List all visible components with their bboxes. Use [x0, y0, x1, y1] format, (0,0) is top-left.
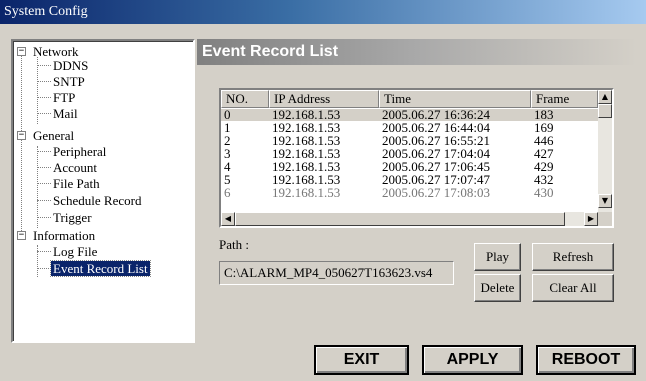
- tree-branch: [37, 183, 51, 184]
- scroll-left-icon[interactable]: ◀: [221, 212, 235, 226]
- tree-branch: [37, 97, 51, 98]
- path-field: C:\ALARM_MP4_050627T163623.vs4: [219, 261, 454, 285]
- table-row[interactable]: 6 192.168.1.53 2005.06.27 17:08:03 430: [221, 187, 598, 199]
- clear-all-button[interactable]: Clear All: [532, 274, 614, 302]
- cell-ip-address: 192.168.1.53: [272, 187, 341, 199]
- reboot-button[interactable]: REBOOT: [536, 345, 636, 375]
- tree-item-account[interactable]: Account: [53, 160, 97, 175]
- collapse-general-icon[interactable]: −: [17, 131, 26, 140]
- column-header-ip-address[interactable]: IP Address: [269, 90, 379, 108]
- tree-item-file-path[interactable]: File Path: [53, 176, 100, 191]
- cell-ip-address: 192.168.1.53: [272, 174, 341, 186]
- tree-item-event-record-list[interactable]: Event Record List: [50, 260, 151, 277]
- cell-no: 3: [224, 148, 231, 160]
- exit-button[interactable]: EXIT: [314, 345, 409, 375]
- vertical-scroll-thumb[interactable]: [598, 104, 612, 118]
- tree-branch: [37, 251, 51, 252]
- table-row[interactable]: 2 192.168.1.53 2005.06.27 16:55:21 446: [221, 135, 598, 147]
- cell-frame: 446: [534, 135, 554, 147]
- tree-root-line: [21, 53, 22, 235]
- vertical-scrollbar[interactable]: ▲ ▼: [598, 90, 612, 212]
- tree-item-log-file[interactable]: Log File: [53, 244, 97, 259]
- cell-ip-address: 192.168.1.53: [272, 161, 341, 173]
- delete-button[interactable]: Delete: [474, 274, 521, 302]
- table-row[interactable]: 0 192.168.1.53 2005.06.27 16:36:24 183: [221, 109, 598, 121]
- tree-branch: [37, 65, 51, 66]
- cell-time: 2005.06.27 16:36:24: [382, 109, 490, 121]
- tree-item-peripheral[interactable]: Peripheral: [53, 144, 106, 159]
- horizontal-scrollbar[interactable]: ◀ ▶: [221, 212, 598, 226]
- refresh-button[interactable]: Refresh: [532, 243, 614, 271]
- event-record-list[interactable]: NO. IP Address Time Frame 0 192.168.1.53 2…: [219, 88, 614, 228]
- horizontal-scroll-thumb[interactable]: [235, 212, 565, 226]
- table-row[interactable]: 4 192.168.1.53 2005.06.27 17:06:45 429: [221, 161, 598, 173]
- tree-item-trigger[interactable]: Trigger: [53, 210, 92, 225]
- cell-frame: 427: [534, 148, 554, 160]
- cell-ip-address: 192.168.1.53: [272, 135, 341, 147]
- scroll-down-icon[interactable]: ▼: [598, 194, 612, 208]
- play-button[interactable]: Play: [474, 243, 521, 271]
- column-header-no[interactable]: NO.: [221, 90, 269, 108]
- cell-time: 2005.06.27 16:44:04: [382, 122, 490, 134]
- tree-item-schedule-record[interactable]: Schedule Record: [53, 193, 141, 208]
- tree-branch: [37, 268, 51, 269]
- column-header-frame[interactable]: Frame: [531, 90, 598, 108]
- tree-branch: [37, 151, 51, 152]
- tree-item-ddns[interactable]: DDNS: [53, 58, 88, 73]
- cell-ip-address: 192.168.1.53: [272, 148, 341, 160]
- tree-branch: [37, 167, 51, 168]
- title-bar[interactable]: System Config: [0, 0, 646, 24]
- cell-frame: 432: [534, 174, 554, 186]
- tree-branch: [37, 200, 51, 201]
- cell-no: 2: [224, 135, 231, 147]
- list-header: NO. IP Address Time Frame: [221, 90, 598, 108]
- section-header: Event Record List: [197, 39, 637, 65]
- tree-general-line: [37, 146, 38, 228]
- tree-item-sntp[interactable]: SNTP: [53, 74, 85, 89]
- cell-time: 2005.06.27 16:55:21: [382, 135, 490, 147]
- tree-group-information[interactable]: Information: [33, 228, 95, 243]
- cell-ip-address: 192.168.1.53: [272, 122, 341, 134]
- apply-button[interactable]: APPLY: [422, 345, 523, 375]
- cell-time: 2005.06.27 17:08:03: [382, 187, 490, 199]
- window-title: System Config: [4, 4, 88, 19]
- path-label: Path :: [219, 237, 249, 252]
- tree-branch: [37, 113, 51, 114]
- table-row[interactable]: 5 192.168.1.53 2005.06.27 17:07:47 432: [221, 174, 598, 186]
- cell-ip-address: 192.168.1.53: [272, 109, 341, 121]
- cell-no: 4: [224, 161, 231, 173]
- cell-time: 2005.06.27 17:04:04: [382, 148, 490, 160]
- collapse-information-icon[interactable]: −: [17, 231, 26, 240]
- cell-no: 0: [224, 109, 231, 121]
- tree-group-network[interactable]: Network: [33, 44, 79, 59]
- scrollbar-corner: [598, 212, 612, 226]
- cell-no: 6: [224, 187, 231, 199]
- cell-frame: 429: [534, 161, 554, 173]
- scroll-right-icon[interactable]: ▶: [584, 212, 598, 226]
- cell-no: 5: [224, 174, 231, 186]
- system-config-window: System Config − Network DDNS SNTP FTP Ma…: [0, 0, 646, 381]
- cell-frame: 183: [534, 109, 554, 121]
- cell-frame: 169: [534, 122, 554, 134]
- tree-group-general[interactable]: General: [33, 128, 74, 143]
- cell-no: 1: [224, 122, 231, 134]
- table-row[interactable]: 1 192.168.1.53 2005.06.27 16:44:04 169: [221, 122, 598, 134]
- tree-branch: [37, 81, 51, 82]
- settings-tree[interactable]: − Network DDNS SNTP FTP Mail − General P…: [11, 39, 195, 343]
- scroll-up-icon[interactable]: ▲: [598, 90, 612, 104]
- cell-time: 2005.06.27 17:07:47: [382, 174, 490, 186]
- cell-time: 2005.06.27 17:06:45: [382, 161, 490, 173]
- collapse-network-icon[interactable]: −: [17, 47, 26, 56]
- section-title: Event Record List: [202, 43, 339, 60]
- tree-information-line: [37, 245, 38, 277]
- tree-branch: [37, 217, 51, 218]
- cell-frame: 430: [534, 187, 554, 199]
- tree-item-ftp[interactable]: FTP: [53, 90, 75, 105]
- column-header-time[interactable]: Time: [379, 90, 531, 108]
- table-row[interactable]: 3 192.168.1.53 2005.06.27 17:04:04 427: [221, 148, 598, 160]
- tree-item-mail[interactable]: Mail: [53, 106, 78, 121]
